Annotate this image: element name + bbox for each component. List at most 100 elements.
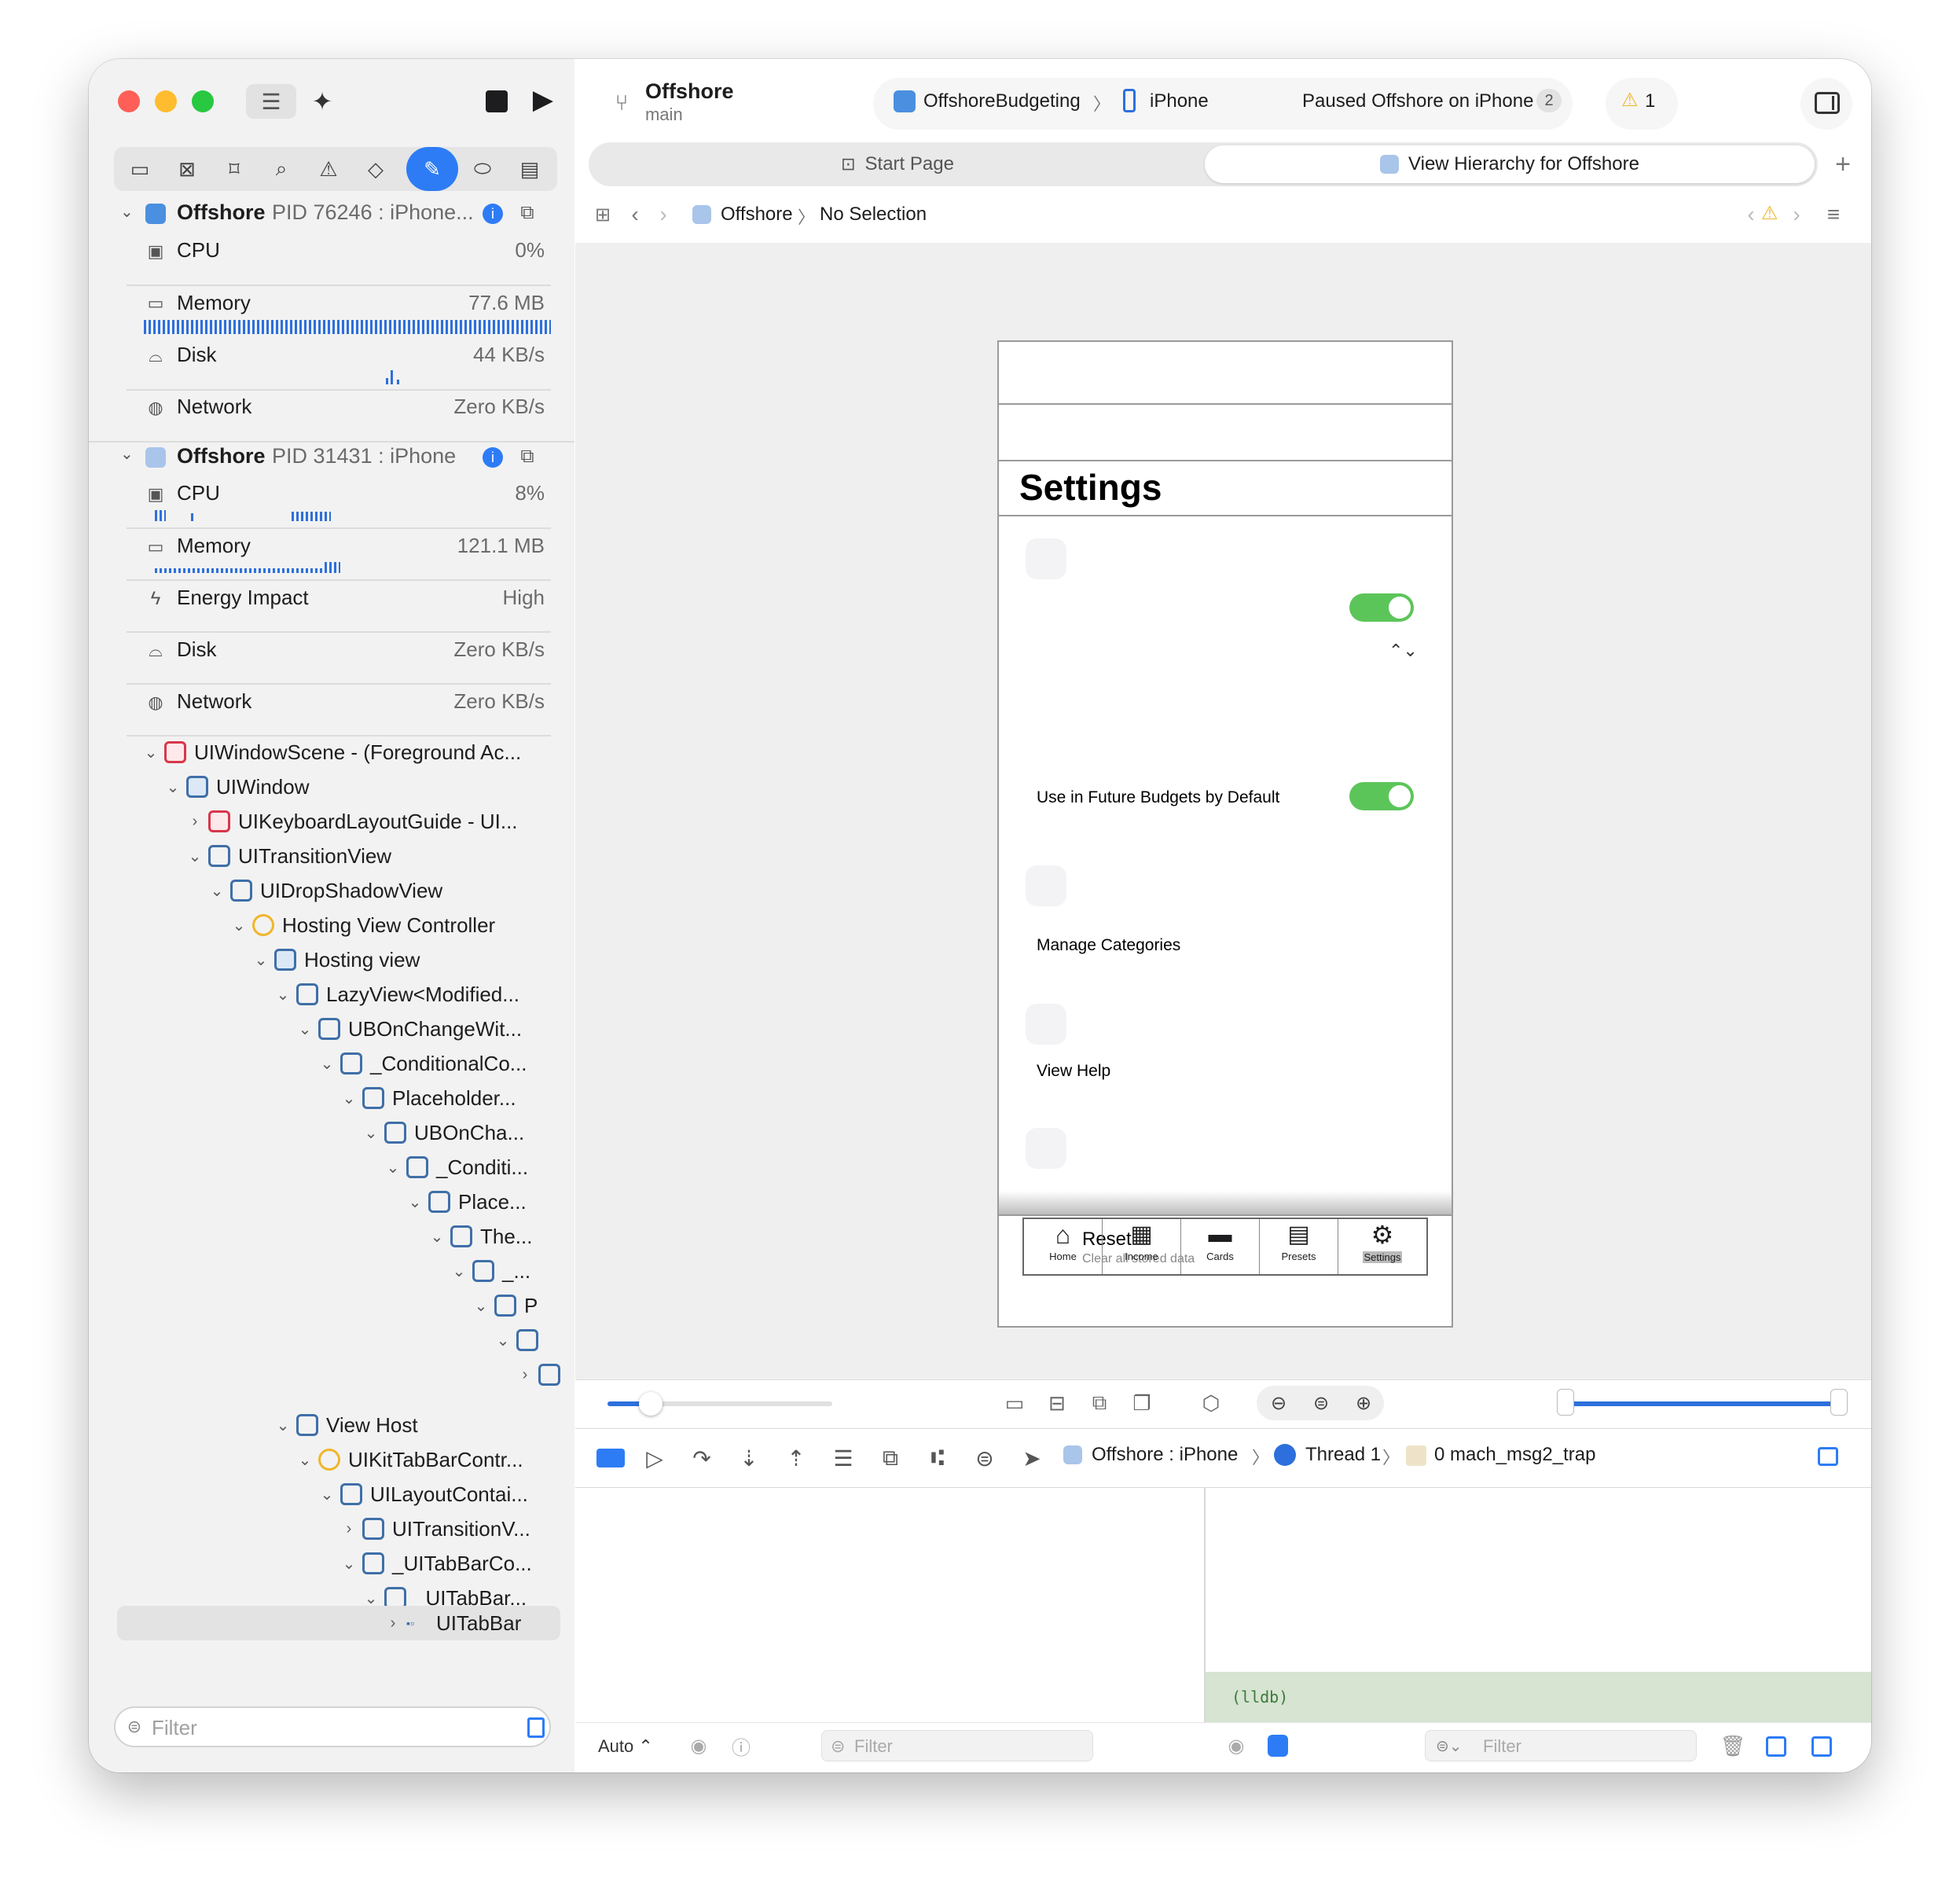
filter-options-icon[interactable] [527, 1717, 545, 1738]
step-over-icon[interactable]: ↷ [686, 1442, 718, 1474]
eye-icon[interactable]: ◉ [686, 1733, 711, 1758]
folder-icon[interactable]: ▭ [120, 150, 160, 188]
chevron-down-icon[interactable]: ⌄ [186, 847, 204, 866]
chevron-down-icon[interactable]: ⌄ [362, 1123, 380, 1143]
chevron-down-icon[interactable]: ⌄ [274, 1416, 292, 1435]
tree-row[interactable]: ⌄ _Conditi... [384, 1152, 528, 1183]
bookmark-icon[interactable]: ⌑ [215, 150, 254, 188]
tree-row[interactable]: › UITransitionV... [340, 1513, 530, 1545]
zoom-out-icon[interactable]: ⊖ [1264, 1389, 1293, 1417]
tree-row[interactable]: ⌄ UBOnChangeWit... [296, 1013, 522, 1045]
issue-warning-icon[interactable]: ⚠ [309, 150, 348, 188]
debug-thread[interactable]: Thread 1 [1305, 1444, 1381, 1466]
chevron-down-icon[interactable]: ⌄ [120, 202, 134, 222]
spacing-slider-thumb[interactable] [639, 1392, 663, 1416]
view-debugger-icon[interactable]: ☰ [828, 1442, 859, 1474]
editor-options-icon[interactable]: ≡ [1819, 200, 1848, 229]
test-diamond-icon[interactable]: ◇ [356, 150, 395, 188]
trash-icon[interactable]: 🗑 [1720, 1733, 1746, 1758]
chevron-down-icon[interactable]: ⌄ [494, 1331, 512, 1350]
clipping-icon[interactable]: ▭ [1000, 1389, 1029, 1417]
chevron-down-icon[interactable]: ⌄ [340, 1089, 358, 1108]
back-chevron-icon[interactable]: ‹ [623, 200, 647, 229]
tree-row[interactable]: › [516, 1359, 568, 1390]
tree-row-selected[interactable]: › ▪▫ UITabBar [384, 1607, 522, 1639]
tree-row[interactable]: ⌄ UIDropShadowView [208, 875, 443, 906]
debug-navigator-icon[interactable]: ✎ [406, 147, 458, 191]
tree-row[interactable]: ⌄ Place... [406, 1186, 527, 1218]
tree-row[interactable]: ⌄ UILayoutContai... [318, 1478, 528, 1510]
toggle-switch[interactable] [1349, 593, 1414, 622]
tree-row[interactable]: ⌄ UIWindow [164, 771, 310, 803]
chevron-down-icon[interactable]: ⌄ [428, 1227, 446, 1247]
debug-frame[interactable]: 0 mach_msg2_trap [1434, 1444, 1595, 1466]
tree-row[interactable]: ⌄ UIKitTabBarContr... [296, 1444, 523, 1475]
chevron-down-icon[interactable]: ⌄ [296, 1019, 314, 1039]
tree-row[interactable]: ⌄ Placeholder... [340, 1082, 516, 1114]
info-icon[interactable]: i [483, 447, 503, 468]
tree-row[interactable]: ⌄ _UITabBarCo... [340, 1548, 532, 1579]
layers-icon[interactable]: ❐ [1128, 1389, 1156, 1417]
tree-row[interactable]: ⌄ UIWindowScene - (Foreground Ac... [142, 736, 522, 768]
chevron-down-icon[interactable]: ⌄ [318, 1485, 336, 1504]
chevron-down-icon[interactable]: ⌄ [252, 950, 270, 970]
chevron-down-icon[interactable]: ⌄ [120, 444, 134, 464]
chevron-down-icon[interactable]: ⌄ [164, 777, 182, 797]
info-icon[interactable]: ⓘ [729, 1733, 754, 1759]
project-name[interactable]: Offshore [645, 79, 734, 104]
tree-row[interactable]: ⌄ _ConditionalCo... [318, 1048, 527, 1079]
source-control-icon[interactable]: ⊠ [167, 150, 207, 188]
warning-icon[interactable]: ⚠ [1761, 202, 1778, 225]
chevron-down-icon[interactable]: ⌄ [362, 1589, 380, 1608]
chevron-down-icon[interactable]: ⌄ [208, 881, 226, 901]
tree-row[interactable]: ⌄ _... [450, 1255, 531, 1287]
settings-title[interactable]: Settings [1019, 466, 1162, 509]
chevron-down-icon[interactable]: ⌄ [406, 1192, 424, 1212]
tree-row[interactable]: ⌄ P [472, 1290, 538, 1321]
chevron-down-icon[interactable]: ⌄ [318, 1054, 336, 1074]
tree-row[interactable]: ⌄ View Host [274, 1409, 418, 1441]
chevron-down-icon[interactable]: ⌄ [340, 1554, 358, 1574]
memory-graph-icon[interactable]: ⑆ [922, 1442, 953, 1474]
console-filter[interactable] [1425, 1730, 1697, 1761]
forward-chevron-icon[interactable]: › [651, 200, 675, 229]
chevron-right-icon[interactable]: › [516, 1366, 534, 1384]
jumpbar-app[interactable]: Offshore [721, 204, 793, 226]
tab-start-page[interactable]: ⊡ Start Page [592, 145, 1203, 183]
tree-row[interactable]: ⌄ LazyView<Modified... [274, 979, 519, 1010]
tab-item-income[interactable]: ▦ Income [1103, 1219, 1181, 1274]
chevron-down-icon[interactable]: ⌄ [296, 1450, 314, 1470]
run-button[interactable]: ▶ [529, 83, 557, 117]
sparkle-icon[interactable]: ✦ [303, 84, 342, 119]
toggle-switch[interactable] [1349, 782, 1414, 810]
chevron-down-icon[interactable]: ⌄ [472, 1296, 490, 1316]
tree-row[interactable]: › UIKeyboardLayoutGuide - UI... [186, 806, 518, 837]
chevron-right-icon[interactable]: › [340, 1520, 358, 1538]
chevron-down-icon[interactable]: ⌄ [384, 1158, 402, 1177]
view-hierarchy-icon[interactable]: ⧉ [875, 1442, 906, 1474]
threads-icon[interactable]: ⧉ [516, 446, 538, 468]
wireframes-icon[interactable]: ⧉ [1085, 1389, 1114, 1417]
console-toggle-icon[interactable] [1268, 1735, 1288, 1757]
orient-3d-icon[interactable]: ⬡ [1197, 1389, 1225, 1417]
close-window-button[interactable] [118, 90, 140, 112]
status-count-badge[interactable]: 2 [1536, 89, 1562, 112]
tree-row[interactable]: ⌄ UITransitionView [186, 840, 391, 872]
tree-row[interactable]: ⌄ UBOnCha... [362, 1117, 525, 1148]
tree-row[interactable]: ⌄ The... [428, 1221, 533, 1252]
filter-menu-icon[interactable]: ⊜⌄ [1436, 1736, 1463, 1756]
stepper-icon[interactable]: ⌃⌄ [1389, 641, 1418, 661]
environment-overrides-icon[interactable]: ⊜ [969, 1442, 1000, 1474]
chevron-down-icon[interactable]: ⌄ [230, 916, 248, 935]
debug-process[interactable]: Offshore : iPhone [1092, 1444, 1238, 1466]
grid-icon[interactable]: ⊞ [589, 200, 617, 229]
device-selector[interactable]: iPhone [1150, 90, 1209, 112]
chevron-down-icon[interactable]: ⌄ [274, 985, 292, 1005]
info-icon[interactable]: i [483, 204, 503, 224]
chevron-right-icon[interactable]: › [384, 1614, 402, 1633]
threads-icon[interactable]: ⧉ [516, 202, 538, 224]
settings-row-label[interactable]: Manage Categories [1037, 936, 1180, 955]
zoom-actual-icon[interactable]: ⊜ [1307, 1389, 1335, 1417]
warnings-pill[interactable] [1606, 78, 1678, 130]
stop-button[interactable] [486, 90, 508, 112]
